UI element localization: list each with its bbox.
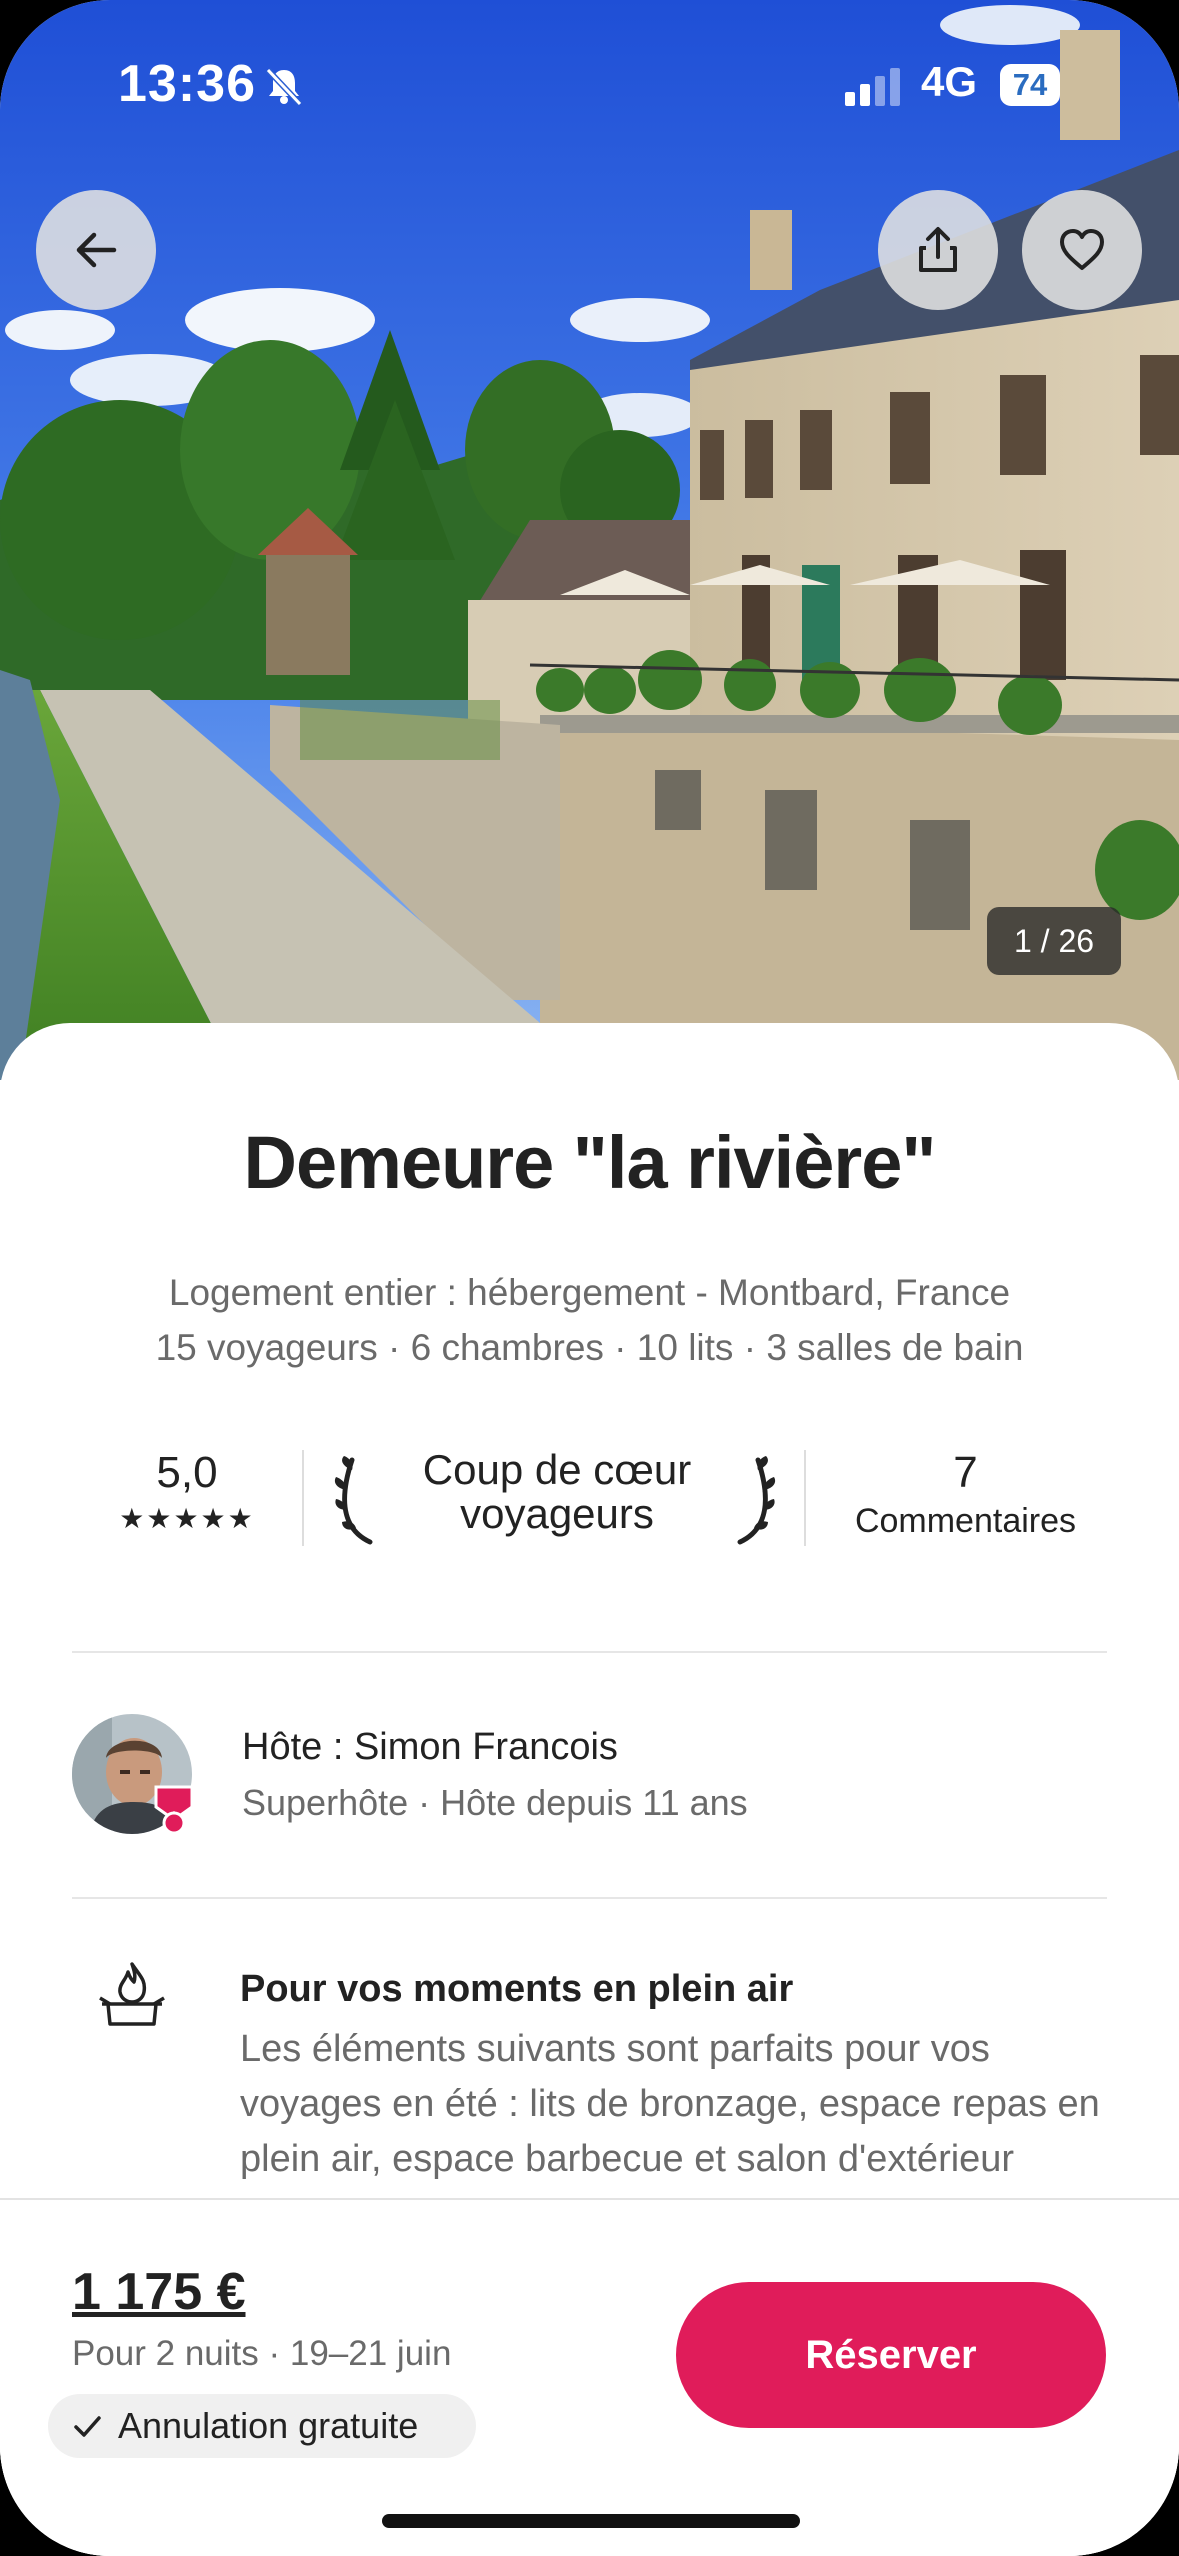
home-indicator[interactable] [382,2514,800,2528]
guest-favorite-line2: voyageurs [460,1490,654,1537]
save-favorite-button[interactable] [1022,190,1142,310]
share-button[interactable] [878,190,998,310]
photo-counter: 1 / 26 [987,907,1121,975]
ratings-row[interactable]: 5,0 ★★★★★ Coup de cœur voyageurs 7 Comme… [72,1448,1107,1558]
divider [804,1450,806,1546]
laurel-left-icon [330,1452,390,1553]
section-divider [72,1651,1107,1653]
back-button[interactable] [36,190,156,310]
highlight-title: Pour vos moments en plein air [240,1968,794,2010]
cell-signal-icon [845,66,905,111]
highlight-description: Les éléments suivants sont parfaits pour… [240,2028,1100,2180]
listing-capacity: 15 voyageurs · 6 chambres · 10 lits · 3 … [155,1327,1024,1368]
reserve-button[interactable]: Réserver [676,2282,1106,2428]
silent-bell-icon [262,64,306,113]
guest-favorite-badge: Coup de cœur voyageurs [402,1448,712,1536]
total-price[interactable]: 1 175 € [72,2262,246,2322]
share-icon [919,227,957,272]
laurel-right-icon [720,1452,780,1553]
rating-score: 5,0 [156,1448,218,1497]
stay-dates: Pour 2 nuits · 19–21 juin [72,2334,452,2373]
firepit-icon [96,1958,168,2035]
superhost-badge-icon [152,1783,196,1835]
checkmark-icon [74,2416,101,2437]
section-divider [72,1897,1107,1899]
host-name[interactable]: Hôte : Simon Francois [242,1726,618,1769]
heart-icon [1060,229,1104,270]
listing-title: Demeure "la rivière" [243,1121,937,1204]
free-cancellation-badge: Annulation gratuite [48,2394,476,2458]
arrow-left-icon [76,232,117,268]
app-screen: 13:36 4G 74 1 / 26 Demeure "la rivière" … [0,0,1179,2556]
reviews-count: 7 [953,1448,978,1497]
status-bar: 13:36 4G 74 [0,0,1179,170]
rating-score-block: 5,0 ★★★★★ [112,1448,262,1535]
battery-level: 74 [1000,64,1060,106]
reviews-block[interactable]: 7 Commentaires [824,1448,1107,1541]
booking-footer: 1 175 € Pour 2 nuits · 19–21 juin Annula… [0,2198,1179,2556]
guest-favorite-line1: Coup de cœur [422,1446,692,1493]
free-cancellation-label: Annulation gratuite [118,2405,419,2446]
host-details: Superhôte · Hôte depuis 11 ans [242,1782,748,1823]
listing-type-location: Logement entier : hébergement - Montbard… [168,1272,1011,1313]
network-type: 4G [921,58,978,105]
star-rating-icon: ★★★★★ [119,1503,255,1534]
reviews-label: Commentaires [854,1502,1077,1540]
divider [302,1450,304,1546]
status-time: 13:36 [118,55,256,113]
